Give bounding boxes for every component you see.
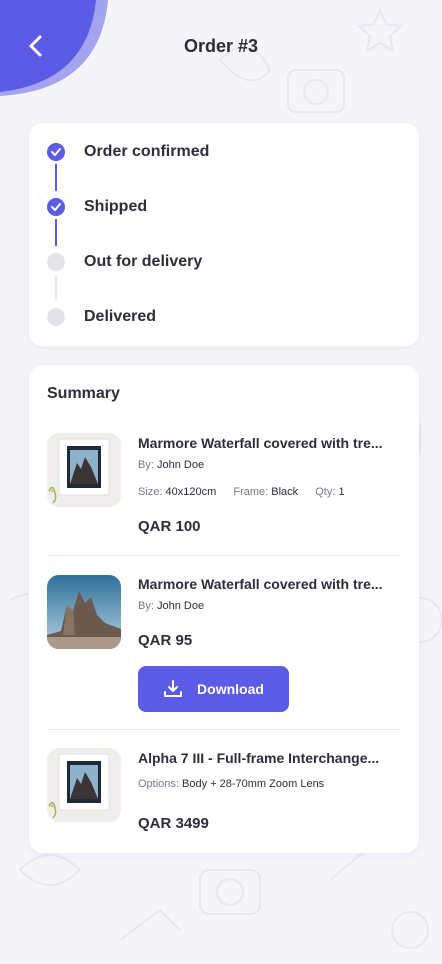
step-label: Order confirmed	[84, 143, 210, 160]
item-author: By: John Doe	[138, 600, 204, 612]
frame-label: Frame:	[233, 486, 269, 498]
options-value: Body + 28-70mm Zoom Lens	[182, 778, 325, 790]
framed-print-thumbnail	[47, 748, 121, 822]
author-value: John Doe	[156, 459, 205, 471]
qty-label: Qty:	[315, 486, 336, 498]
status-step-shipped: Shipped	[29, 194, 419, 220]
item-price: QAR 3499	[138, 815, 209, 832]
download-button[interactable]: Download	[138, 666, 289, 712]
connector-2	[55, 219, 57, 246]
size-value: 40x120cm	[165, 486, 217, 498]
author-value: John Doe	[156, 600, 205, 612]
framed-print-thumbnail	[47, 433, 121, 507]
options-label: Options:	[138, 778, 179, 790]
header: Order #3	[0, 0, 442, 100]
pending-dot-icon	[47, 308, 65, 326]
pending-dot-icon	[47, 253, 65, 271]
status-step-order-confirmed: Order confirmed	[29, 139, 419, 165]
divider	[47, 729, 401, 730]
item-price: QAR 95	[138, 632, 193, 649]
item-price: QAR 100	[138, 518, 201, 535]
summary-card: Summary Marmore Waterfall covered with t…	[29, 365, 419, 853]
qty-value: 1	[338, 486, 345, 498]
step-label: Out for delivery	[84, 253, 203, 270]
order-status-card: Order confirmed Shipped Out for delivery…	[29, 123, 419, 346]
frame-value: Black	[271, 486, 299, 498]
page-title: Order #3	[183, 36, 259, 56]
by-label: By:	[138, 459, 154, 471]
by-label: By:	[138, 600, 154, 612]
summary-title: Summary	[47, 385, 120, 402]
item-title: Marmore Waterfall covered with tre...	[138, 435, 383, 451]
item-author: By: John Doe	[138, 459, 204, 471]
status-step-out-for-delivery: Out for delivery	[29, 249, 419, 275]
connector-1	[55, 164, 57, 191]
photo-thumbnail	[47, 575, 121, 649]
connector-3	[55, 274, 57, 301]
item-title: Alpha 7 III - Full-frame Interchange...	[138, 750, 380, 766]
step-label: Shipped	[84, 198, 148, 215]
item-options: Options: Body + 28-70mm Zoom Lens	[138, 778, 324, 790]
size-label: Size:	[138, 486, 163, 498]
check-icon	[47, 143, 65, 161]
download-icon	[164, 680, 183, 697]
status-step-delivered: Delivered	[29, 304, 419, 330]
download-label: Download	[197, 681, 264, 697]
item-title: Marmore Waterfall covered with tre...	[138, 576, 383, 592]
divider	[47, 555, 401, 556]
item-specs: Size: 40x120cm Frame: Black Qty: 1	[138, 486, 345, 498]
check-icon	[47, 198, 65, 216]
step-label: Delivered	[84, 308, 157, 325]
